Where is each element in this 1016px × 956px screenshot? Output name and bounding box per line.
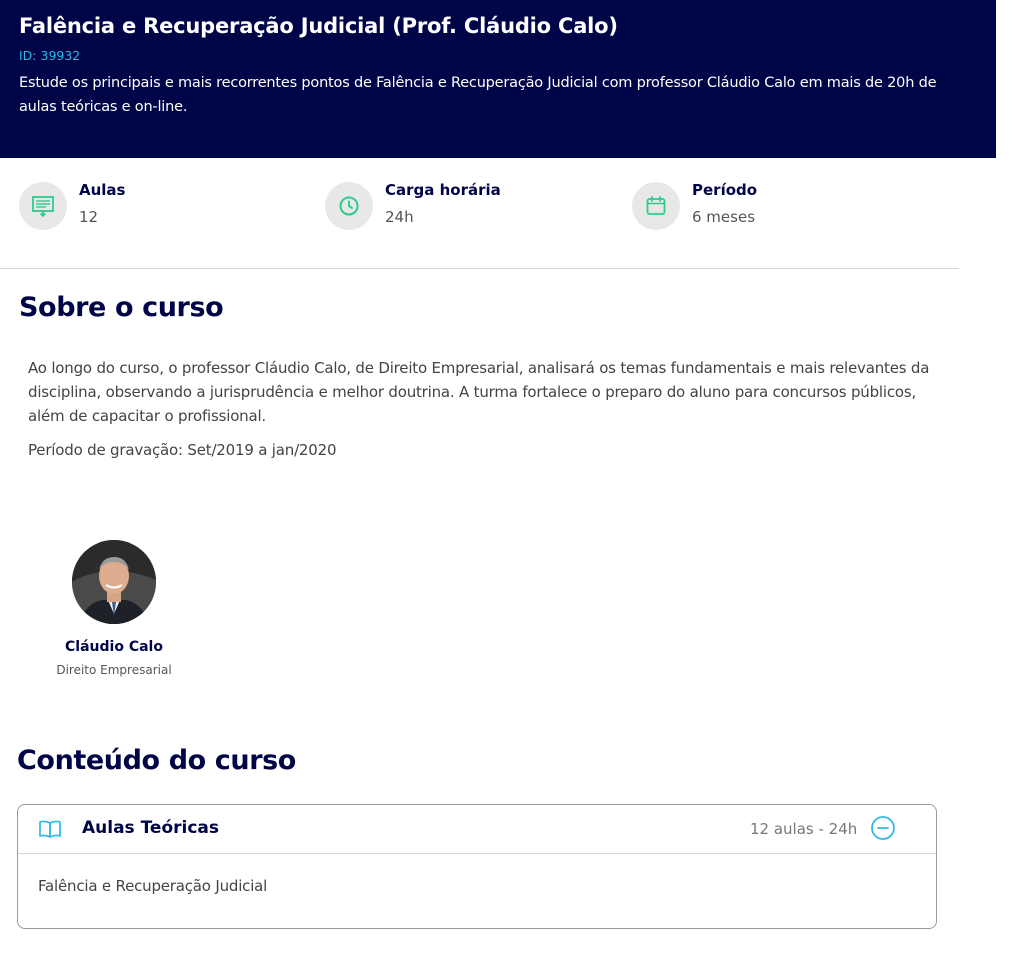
stat-value: 12 <box>79 208 99 226</box>
teacher-area: Direito Empresarial <box>56 663 172 677</box>
stat-label: Período <box>692 181 758 199</box>
avatar <box>72 540 156 624</box>
collapse-minus-icon[interactable] <box>870 815 896 845</box>
course-stats: Aulas 12 Carga horária 24h Período 6 mes… <box>19 180 959 232</box>
presentation-icon <box>19 182 67 230</box>
calendar-icon <box>632 182 680 230</box>
course-description: Estude os principais e mais recorrentes … <box>19 75 937 115</box>
course-header: Falência e Recuperação Judicial (Prof. C… <box>0 0 996 158</box>
module-accordion: Aulas Teóricas 12 aulas - 24h Falência e… <box>17 804 937 929</box>
about-heading: Sobre o curso <box>19 292 224 323</box>
stat-label: Carga horária <box>385 181 501 199</box>
content-heading: Conteúdo do curso <box>17 745 296 776</box>
module-meta: 12 aulas - 24h <box>750 820 858 838</box>
course-id: ID: 39932 <box>19 48 81 63</box>
recording-period: Período de gravação: Set/2019 a jan/2020 <box>28 441 337 459</box>
about-text: Ao longo do curso, o professor Cláudio C… <box>28 359 930 425</box>
course-title: Falência e Recuperação Judicial (Prof. C… <box>19 14 618 38</box>
clock-icon <box>325 182 373 230</box>
module-header[interactable]: Aulas Teóricas 12 aulas - 24h <box>18 805 936 854</box>
teacher-name: Cláudio Calo <box>65 639 163 655</box>
section-divider <box>0 268 959 269</box>
stat-value: 24h <box>385 208 414 226</box>
stat-value: 6 meses <box>692 208 756 226</box>
module-title: Aulas Teóricas <box>82 818 220 838</box>
teacher-card[interactable]: Cláudio Calo Direito Empresarial <box>40 540 188 677</box>
module-item[interactable]: Falência e Recuperação Judicial <box>38 877 267 895</box>
stat-label: Aulas <box>79 181 126 199</box>
book-open-icon <box>38 818 62 844</box>
